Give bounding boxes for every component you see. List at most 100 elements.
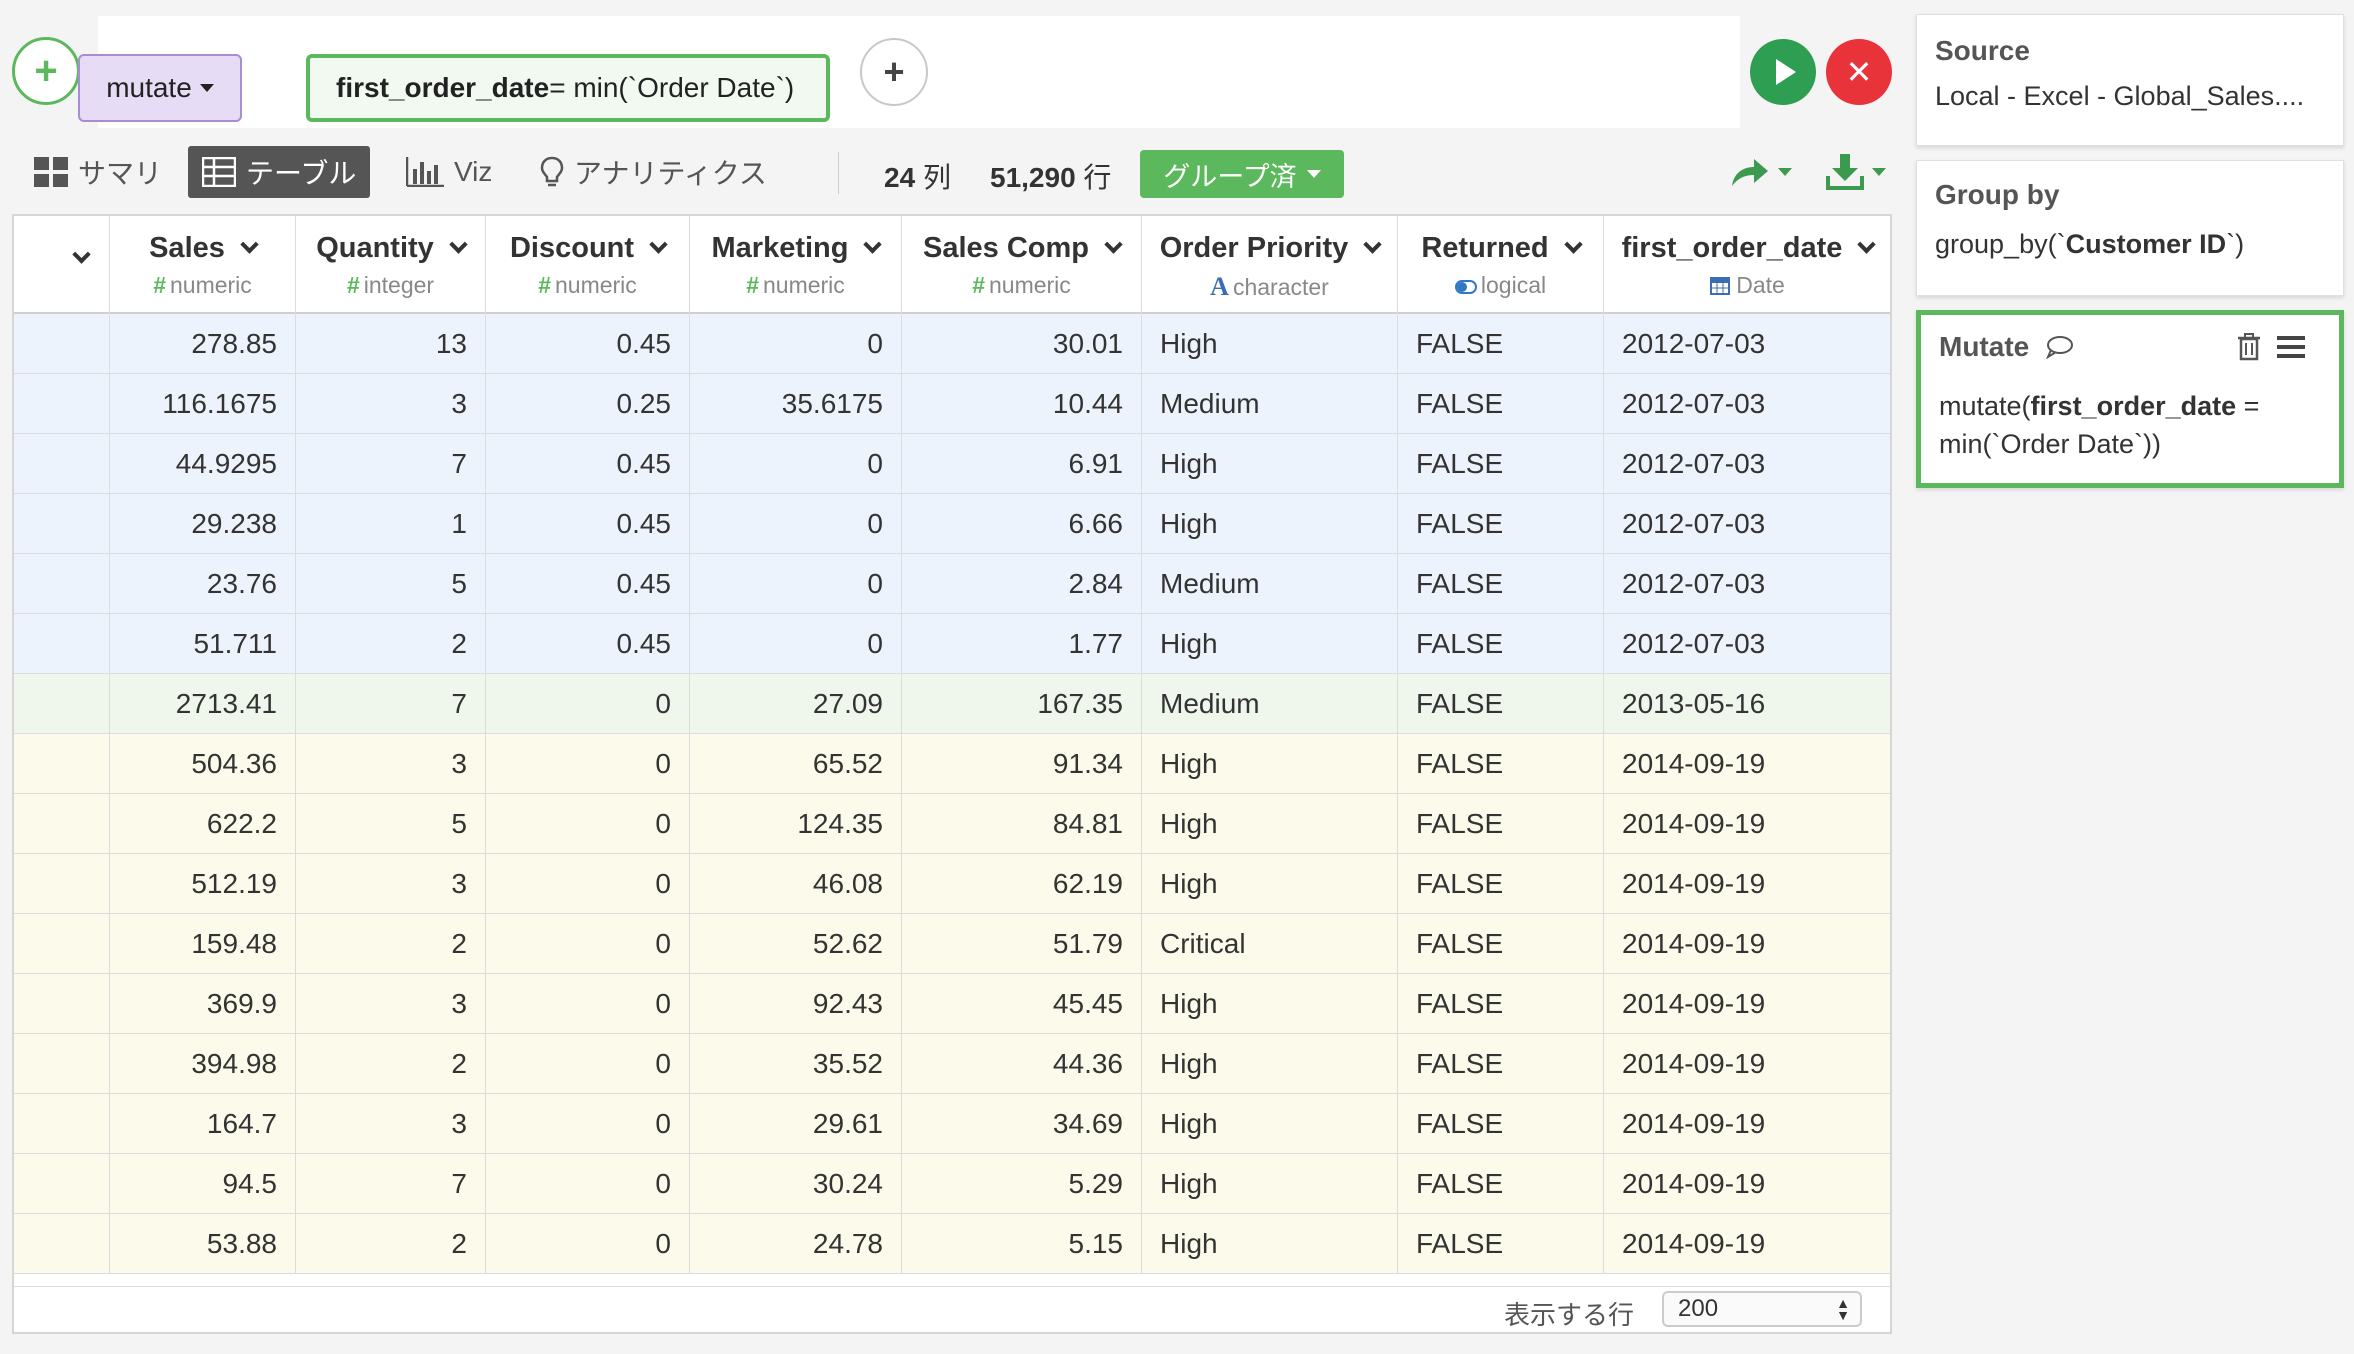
cell-order-priority[interactable]: Medium [1142, 374, 1398, 434]
download-button[interactable] [1826, 154, 1886, 190]
cell-sales[interactable]: 44.9295 [110, 434, 296, 494]
cell-first-order-date[interactable]: 2014-09-19 [1604, 1034, 1890, 1094]
cell-quantity[interactable]: 13 [296, 314, 486, 374]
table-row[interactable]: 29.238 1 0.45 0 6.66 High FALSE 2012-07-03 [14, 494, 1890, 554]
cell-discount[interactable]: 0 [486, 974, 690, 1034]
chevron-down-icon[interactable] [1857, 235, 1877, 254]
rows-to-show-select[interactable]: 200 ▲ ▼ [1662, 1291, 1862, 1327]
cell-sales-comp[interactable]: 45.45 [902, 974, 1142, 1034]
chevron-down-icon[interactable] [240, 235, 259, 254]
cell-marketing[interactable]: 29.61 [690, 1094, 902, 1154]
cell-quantity[interactable]: 3 [296, 734, 486, 794]
cell-quantity[interactable]: 2 [296, 1214, 486, 1274]
cell-marketing[interactable]: 35.52 [690, 1034, 902, 1094]
cell-first-order-date[interactable]: 2013-05-16 [1604, 674, 1890, 734]
cell-marketing[interactable]: 0 [690, 614, 902, 674]
cell-discount[interactable]: 0 [486, 914, 690, 974]
cell-order-priority[interactable]: High [1142, 1154, 1398, 1214]
cell-returned[interactable]: FALSE [1398, 794, 1604, 854]
cell-order-priority[interactable]: High [1142, 854, 1398, 914]
cell-order-priority[interactable]: High [1142, 734, 1398, 794]
cell-marketing[interactable]: 30.24 [690, 1154, 902, 1214]
cell-first-order-date[interactable]: 2012-07-03 [1604, 494, 1890, 554]
cancel-button[interactable]: ✕ [1826, 39, 1892, 105]
cell-marketing[interactable]: 0 [690, 494, 902, 554]
cell-order-priority[interactable]: High [1142, 794, 1398, 854]
cell-first-order-date[interactable]: 2012-07-03 [1604, 314, 1890, 374]
table-row[interactable]: 622.2 5 0 124.35 84.81 High FALSE 2014-09-19 [14, 794, 1890, 854]
cell-quantity[interactable]: 2 [296, 1034, 486, 1094]
cell-returned[interactable]: FALSE [1398, 614, 1604, 674]
table-row[interactable]: 504.36 3 0 65.52 91.34 High FALSE 2014-09-19 [14, 734, 1890, 794]
cell-first-order-date[interactable]: 2014-09-19 [1604, 734, 1890, 794]
cell-returned[interactable]: FALSE [1398, 554, 1604, 614]
table-row[interactable]: 512.19 3 0 46.08 62.19 High FALSE 2014-09-19 [14, 854, 1890, 914]
cell-sales[interactable]: 94.5 [110, 1154, 296, 1214]
cell-first-order-date[interactable]: 2012-07-03 [1604, 554, 1890, 614]
cell-marketing[interactable]: 92.43 [690, 974, 902, 1034]
tab-analytics[interactable]: アナリティクス [526, 146, 781, 198]
cell-returned[interactable]: FALSE [1398, 674, 1604, 734]
cell-order-priority[interactable]: Medium [1142, 554, 1398, 614]
cell-sales-comp[interactable]: 1.77 [902, 614, 1142, 674]
step-group-by[interactable]: Group by group_by(`Customer ID`) [1916, 160, 2344, 296]
table-row[interactable]: 44.9295 7 0.45 0 6.91 High FALSE 2012-07-03 [14, 434, 1890, 494]
cell-order-priority[interactable]: High [1142, 494, 1398, 554]
cell-quantity[interactable]: 1 [296, 494, 486, 554]
tab-table[interactable]: テーブル [188, 146, 371, 198]
cell-order-priority[interactable]: Critical [1142, 914, 1398, 974]
table-row[interactable]: 51.711 2 0.45 0 1.77 High FALSE 2012-07-03 [14, 614, 1890, 674]
grouped-dropdown[interactable]: グループ済 [1140, 150, 1344, 198]
table-row[interactable]: 116.1675 3 0.25 35.6175 10.44 Medium FALSE 2012… [14, 374, 1890, 434]
chevron-down-icon[interactable] [449, 235, 468, 254]
cell-first-order-date[interactable]: 2014-09-19 [1604, 1094, 1890, 1154]
cell-order-priority[interactable]: High [1142, 314, 1398, 374]
cell-first-order-date[interactable]: 2014-09-19 [1604, 1214, 1890, 1274]
cell-marketing[interactable]: 46.08 [690, 854, 902, 914]
cell-sales[interactable]: 164.7 [110, 1094, 296, 1154]
cell-marketing[interactable]: 24.78 [690, 1214, 902, 1274]
cell-sales[interactable]: 51.711 [110, 614, 296, 674]
comment-icon[interactable] [2045, 335, 2073, 359]
cell-sales-comp[interactable]: 5.29 [902, 1154, 1142, 1214]
cell-sales[interactable]: 159.48 [110, 914, 296, 974]
cell-first-order-date[interactable]: 2014-09-19 [1604, 914, 1890, 974]
cell-returned[interactable]: FALSE [1398, 1214, 1604, 1274]
cell-sales[interactable]: 369.9 [110, 974, 296, 1034]
step-mutate[interactable]: Mutate mutate(first_order_date = min(`Or… [1916, 310, 2344, 488]
chevron-down-icon[interactable] [863, 235, 883, 254]
add-argument-button[interactable]: + [860, 38, 928, 106]
cell-sales-comp[interactable]: 6.66 [902, 494, 1142, 554]
verb-dropdown[interactable]: mutate [78, 54, 242, 122]
expression-input[interactable]: first_order_date = min(`Order Date`) [306, 54, 830, 122]
cell-first-order-date[interactable]: 2014-09-19 [1604, 794, 1890, 854]
cell-first-order-date[interactable]: 2012-07-03 [1604, 434, 1890, 494]
cell-sales-comp[interactable]: 2.84 [902, 554, 1142, 614]
cell-sales-comp[interactable]: 34.69 [902, 1094, 1142, 1154]
column-header-quantity[interactable]: Quantity # integer [296, 216, 486, 314]
table-row[interactable]: 164.7 3 0 29.61 34.69 High FALSE 2014-09-19 [14, 1094, 1890, 1154]
cell-returned[interactable]: FALSE [1398, 914, 1604, 974]
cell-first-order-date[interactable]: 2014-09-19 [1604, 854, 1890, 914]
cell-returned[interactable]: FALSE [1398, 1094, 1604, 1154]
cell-order-priority[interactable]: Medium [1142, 674, 1398, 734]
run-button[interactable] [1750, 39, 1816, 105]
chevron-down-icon[interactable] [1363, 235, 1382, 254]
cell-returned[interactable]: FALSE [1398, 1034, 1604, 1094]
index-column-header[interactable] [14, 216, 110, 314]
table-row[interactable]: 23.76 5 0.45 0 2.84 Medium FALSE 2012-07-03 [14, 554, 1890, 614]
cell-sales-comp[interactable]: 51.79 [902, 914, 1142, 974]
cell-sales-comp[interactable]: 5.15 [902, 1214, 1142, 1274]
cell-quantity[interactable]: 2 [296, 914, 486, 974]
cell-returned[interactable]: FALSE [1398, 434, 1604, 494]
table-row[interactable]: 2713.41 7 0 27.09 167.35 Medium FALSE 2013-05-1… [14, 674, 1890, 734]
cell-marketing[interactable]: 0 [690, 554, 902, 614]
cell-discount[interactable]: 0.45 [486, 554, 690, 614]
cell-marketing[interactable]: 35.6175 [690, 374, 902, 434]
cell-sales-comp[interactable]: 167.35 [902, 674, 1142, 734]
cell-quantity[interactable]: 3 [296, 1094, 486, 1154]
cell-marketing[interactable]: 0 [690, 314, 902, 374]
cell-marketing[interactable]: 27.09 [690, 674, 902, 734]
cell-returned[interactable]: FALSE [1398, 974, 1604, 1034]
cell-first-order-date[interactable]: 2012-07-03 [1604, 374, 1890, 434]
